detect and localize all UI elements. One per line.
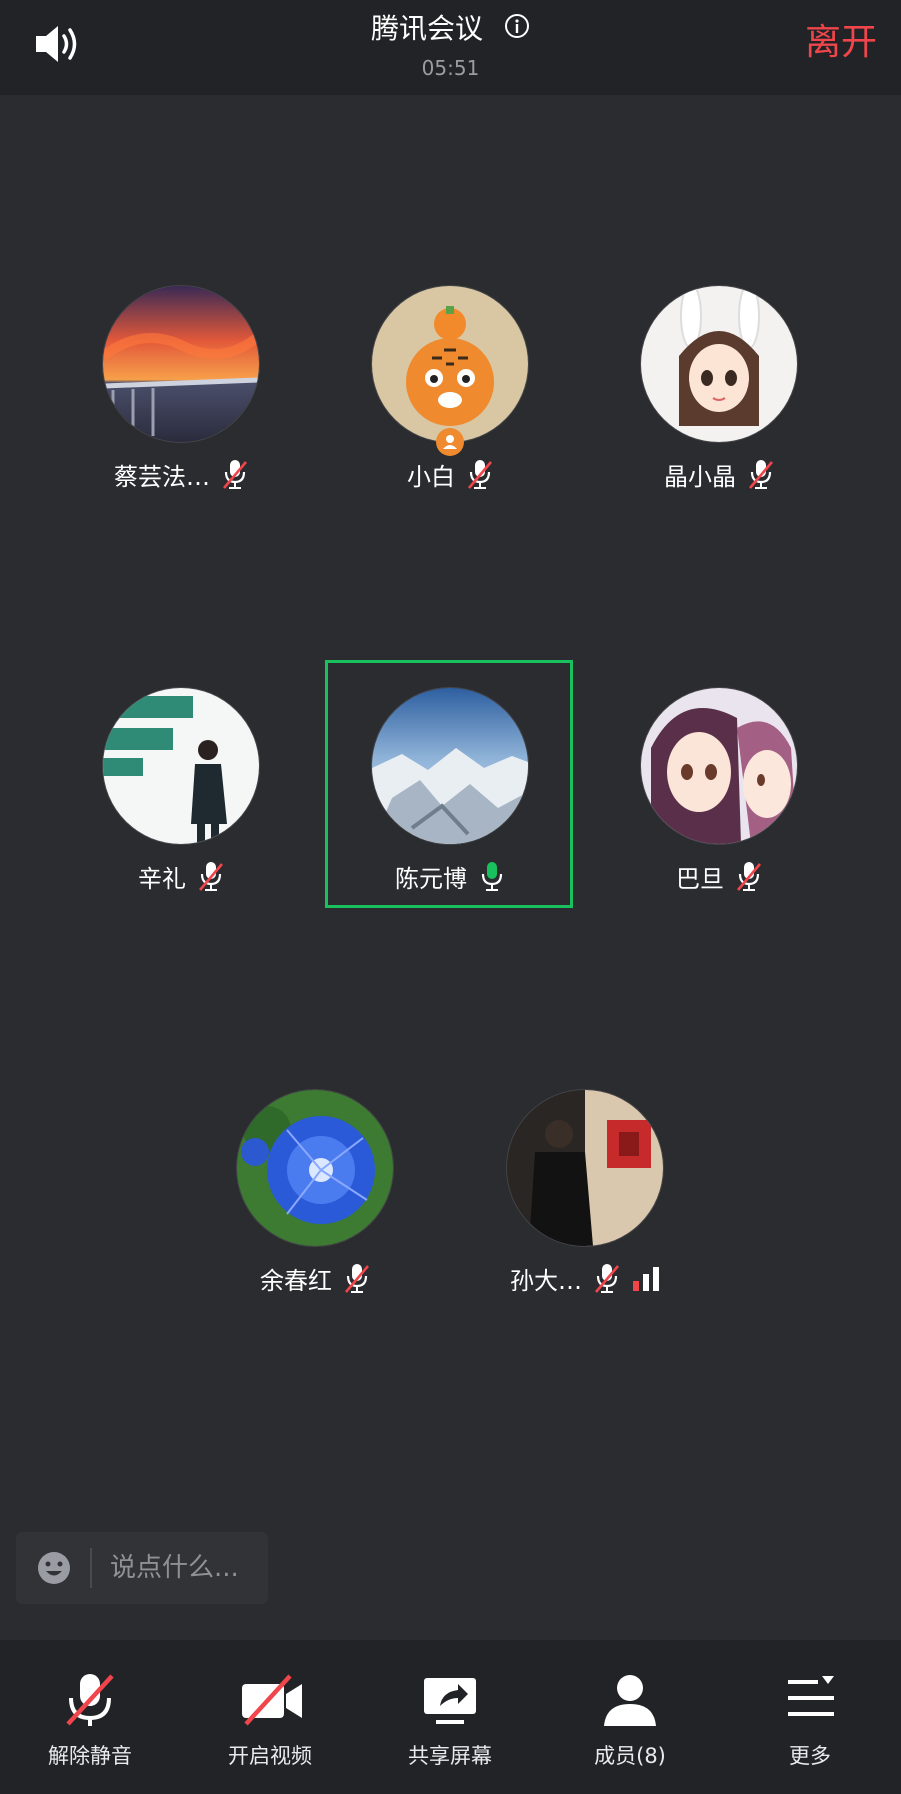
leave-button[interactable]: 离开 [805,20,877,66]
participant-name-row: 晶小晶 [594,454,844,494]
emoji-icon[interactable] [36,1550,72,1590]
mic-muted-icon [749,460,773,489]
avatar [372,286,528,442]
members-button[interactable]: 成员(8) [540,1640,720,1794]
participant-name: 蔡芸法… [114,462,210,491]
chat-placeholder: 说点什么... [110,1553,239,1583]
unmute-button[interactable]: 解除静音 [0,1640,180,1794]
avatar [372,688,528,844]
members-label: 成员(8) [594,1744,666,1768]
participant-tile[interactable]: 蔡芸法… [56,268,306,508]
participant-tile[interactable]: 孙大… [460,1072,710,1312]
mic-muted-icon [199,862,223,891]
participant-name: 巴旦 [676,864,724,893]
participant-name-row: 孙大… [460,1258,710,1298]
start-video-button[interactable]: 开启视频 [180,1640,360,1794]
participant-tile[interactable]: 巴旦 [594,670,844,910]
participant-tile[interactable]: 晶小晶 [594,268,844,508]
participant-tile[interactable]: 小白 [325,268,575,508]
video-off-icon [240,1670,302,1730]
host-icon [436,428,464,456]
participant-name: 陈元博 [395,864,467,893]
mic-muted-icon [595,1264,619,1293]
more-button[interactable]: 更多 [720,1640,900,1794]
participant-name: 辛礼 [138,864,186,893]
mic-muted-icon [60,1670,120,1730]
avatar [507,1090,663,1246]
start-video-label: 开启视频 [228,1744,312,1768]
signal-weak-icon [633,1267,659,1291]
bottom-toolbar: 解除静音 开启视频 共享屏幕 成员(8) 更多 [0,1640,901,1794]
avatar [237,1090,393,1246]
top-bar: 腾讯会议 05:51 离开 [0,0,901,95]
participant-name: 小白 [407,462,455,491]
info-icon[interactable] [504,9,530,51]
avatar [103,286,259,442]
meeting-title-row: 腾讯会议 [0,8,901,51]
share-screen-icon [420,1670,480,1730]
participant-name-row: 小白 [325,454,575,494]
participant-name: 晶小晶 [664,462,736,491]
participant-name-row: 辛礼 [56,856,306,896]
meeting-timer: 05:51 [421,56,480,80]
participant-name: 余春红 [260,1266,332,1295]
avatar [103,688,259,844]
mic-muted-icon [223,460,247,489]
divider [90,1548,92,1588]
more-label: 更多 [789,1744,831,1768]
avatar [641,286,797,442]
participant-name-row: 余春红 [190,1258,440,1298]
unmute-label: 解除静音 [48,1744,132,1768]
mic-speaking-icon [481,862,503,891]
more-menu-icon [780,1670,840,1730]
participant-name: 孙大… [510,1266,582,1295]
participant-name-row: 巴旦 [594,856,844,896]
participant-name-row: 蔡芸法… [56,454,306,494]
members-icon [600,1670,660,1730]
participant-tile[interactable]: 辛礼 [56,670,306,910]
mic-muted-icon [345,1264,369,1293]
avatar [641,688,797,844]
meeting-title: 腾讯会议 [371,12,484,45]
share-screen-button[interactable]: 共享屏幕 [360,1640,540,1794]
chat-input[interactable]: 说点什么... [16,1532,268,1604]
participant-tile-active[interactable]: 陈元博 [325,670,575,910]
mic-muted-icon [468,460,492,489]
participant-name-row: 陈元博 [325,856,575,896]
mic-muted-icon [737,862,761,891]
share-screen-label: 共享屏幕 [408,1744,492,1768]
participant-tile[interactable]: 余春红 [190,1072,440,1312]
